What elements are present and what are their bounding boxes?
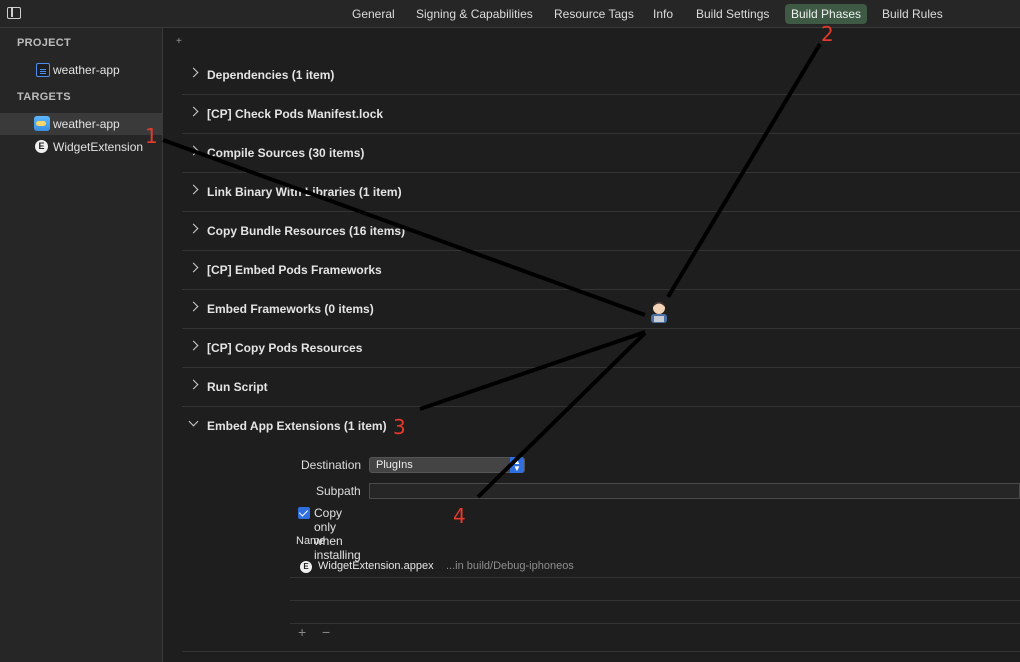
phase-run-script[interactable]: Run Script <box>182 368 1020 407</box>
remove-file-button[interactable]: − <box>322 624 330 640</box>
chevron-right-icon <box>188 301 199 312</box>
chevron-right-icon <box>188 379 199 390</box>
tab-info[interactable]: Info <box>647 4 679 24</box>
tab-signing-capabilities[interactable]: Signing & Capabilities <box>410 4 539 24</box>
chevron-right-icon <box>188 145 199 156</box>
add-file-button[interactable]: + <box>298 624 306 640</box>
subpath-input[interactable] <box>369 483 1020 499</box>
tab-build-rules[interactable]: Build Rules <box>876 4 949 24</box>
sidebar-item-label: WidgetExtension <box>53 140 144 154</box>
table-row-empty <box>290 601 1020 624</box>
phase-check-pods-manifest[interactable]: [CP] Check Pods Manifest.lock <box>182 95 1020 134</box>
annotation-marker-3: 3 <box>393 415 406 439</box>
sidebar-item-target-widget[interactable]: E WidgetExtension <box>0 136 162 158</box>
chevron-right-icon <box>188 340 199 351</box>
annotation-marker-1: 1 <box>145 124 158 148</box>
chevron-right-icon <box>188 223 199 234</box>
phase-title: Run Script <box>207 380 268 394</box>
phase-copy-pods-resources[interactable]: [CP] Copy Pods Resources <box>182 329 1020 368</box>
app-icon <box>34 116 50 131</box>
chevron-right-icon <box>188 67 199 78</box>
project-header: PROJECT <box>17 37 72 49</box>
file-location: ...in build/Debug-iphoneos <box>446 560 574 572</box>
tab-build-phases[interactable]: Build Phases <box>785 4 868 24</box>
popup-stepper-icon: ▲ ▼ <box>510 457 524 473</box>
tabs: General Signing & Capabilities Resource … <box>0 4 1020 24</box>
sidebar-item-label: weather-app <box>53 63 120 77</box>
targets-header: TARGETS <box>17 91 71 103</box>
extension-icon: E <box>35 140 48 153</box>
phase-title: [CP] Copy Pods Resources <box>207 341 363 355</box>
add-phase-button[interactable]: + <box>176 36 182 47</box>
copy-only-checkbox[interactable] <box>298 507 310 519</box>
tab-resource-tags[interactable]: Resource Tags <box>548 4 640 24</box>
sidebar-item-label: weather-app <box>53 117 120 131</box>
table-row[interactable]: E WidgetExtension.appex ...in build/Debu… <box>290 555 1020 578</box>
phase-compile-sources[interactable]: Compile Sources (30 items) <box>182 134 1020 173</box>
phase-title: Embed Frameworks (0 items) <box>207 302 374 316</box>
destination-popup[interactable]: PlugIns ▲ ▼ <box>369 457 525 473</box>
tab-general[interactable]: General <box>346 4 401 24</box>
chevron-right-icon <box>188 184 199 195</box>
phase-dependencies[interactable]: Dependencies (1 item) <box>182 56 1020 95</box>
divider <box>182 651 1020 652</box>
project-file-icon <box>36 63 50 77</box>
annotation-marker-2: 2 <box>821 22 834 46</box>
sidebar-item-target-weather-app[interactable]: weather-app <box>0 113 162 135</box>
extension-icon: E <box>300 561 312 573</box>
subpath-label: Subpath <box>316 484 361 498</box>
sidebar: PROJECT weather-app TARGETS weather-app … <box>0 28 163 662</box>
file-name: WidgetExtension.appex <box>318 560 434 572</box>
phase-title: [CP] Check Pods Manifest.lock <box>207 107 384 121</box>
person-at-laptop-icon <box>648 301 670 325</box>
chevron-down-icon <box>188 416 199 427</box>
destination-label: Destination <box>301 458 362 472</box>
tab-bar: General Signing & Capabilities Resource … <box>0 0 1020 28</box>
tab-build-settings[interactable]: Build Settings <box>690 4 775 24</box>
phase-copy-bundle-resources[interactable]: Copy Bundle Resources (16 items) <box>182 212 1020 251</box>
build-phases-editor: + Dependencies (1 item) [CP] Check Pods … <box>164 28 1020 662</box>
phase-title: Dependencies (1 item) <box>207 68 335 82</box>
phase-link-binary[interactable]: Link Binary With Libraries (1 item) <box>182 173 1020 212</box>
phase-title: [CP] Embed Pods Frameworks <box>207 263 382 277</box>
embedded-files-table: Name E WidgetExtension.appex ...in build… <box>290 528 1020 650</box>
chevron-right-icon <box>188 106 199 117</box>
phase-embed-pods-frameworks[interactable]: [CP] Embed Pods Frameworks <box>182 251 1020 290</box>
phase-title: Embed App Extensions (1 item) <box>207 419 387 433</box>
phase-title: Compile Sources (30 items) <box>207 146 365 160</box>
phase-title: Copy Bundle Resources (16 items) <box>207 224 406 238</box>
table-row-empty <box>290 578 1020 601</box>
phase-embed-frameworks[interactable]: Embed Frameworks (0 items) <box>182 290 1020 329</box>
annotation-marker-4: 4 <box>453 504 466 528</box>
sidebar-item-project[interactable]: weather-app <box>0 59 162 81</box>
destination-value: PlugIns <box>376 459 413 471</box>
phase-embed-app-extensions[interactable]: Embed App Extensions (1 item) <box>182 407 1020 446</box>
chevron-right-icon <box>188 262 199 273</box>
name-column-header[interactable]: Name <box>296 535 325 547</box>
phase-title: Link Binary With Libraries (1 item) <box>207 185 402 199</box>
